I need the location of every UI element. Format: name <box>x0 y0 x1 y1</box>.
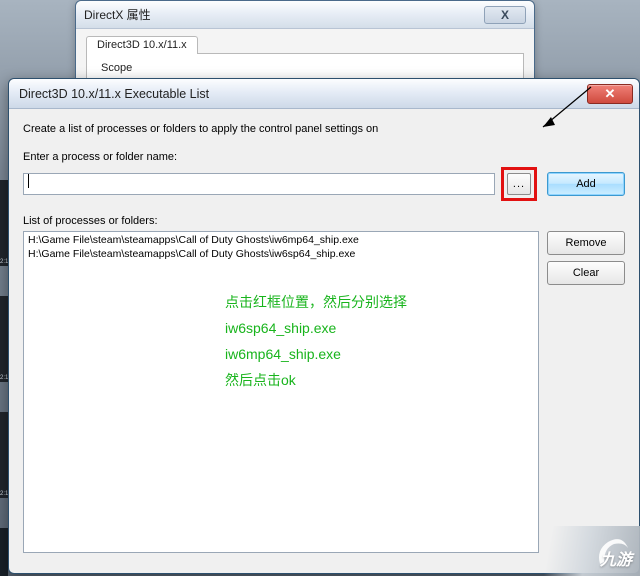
input-row: ... Add <box>23 167 625 201</box>
tab-d3d10-11[interactable]: Direct3D 10.x/11.x <box>86 36 198 54</box>
anno-line: iw6sp64_ship.exe <box>225 315 407 341</box>
front-window-title: Direct3D 10.x/11.x Executable List <box>19 87 209 101</box>
anno-line: 点击红框位置，然后分别选择 <box>225 289 407 315</box>
anno-line: iw6mp64_ship.exe <box>225 341 407 367</box>
executable-list-dialog: Direct3D 10.x/11.x Executable List ✕ Cre… <box>8 78 640 574</box>
list-label: List of processes or folders: <box>23 215 625 227</box>
enter-label: Enter a process or folder name: <box>23 151 625 163</box>
browse-button[interactable]: ... <box>507 173 531 195</box>
scope-label: Scope <box>101 62 509 74</box>
red-highlight-box: ... <box>501 167 537 201</box>
anno-line: 然后点击ok <box>225 367 407 393</box>
desktop-thumb: 2:1 <box>0 296 8 382</box>
desktop-thumb: 2:1 <box>0 412 8 498</box>
front-titlebar[interactable]: Direct3D 10.x/11.x Executable List ✕ <box>9 79 639 109</box>
list-item[interactable]: H:\Game File\steam\steamapps\Call of Dut… <box>28 233 534 247</box>
desktop-thumb: 2:1 <box>0 180 8 266</box>
add-button[interactable]: Add <box>547 172 625 196</box>
side-buttons: Remove Clear <box>547 231 625 553</box>
back-titlebar[interactable]: DirectX 属性 X <box>76 1 534 29</box>
tab-strip: Direct3D 10.x/11.x <box>86 35 524 53</box>
list-item[interactable]: H:\Game File\steam\steamapps\Call of Dut… <box>28 247 534 261</box>
logo-text: 九游 <box>600 546 632 570</box>
process-input[interactable] <box>23 173 495 195</box>
instruction-text: Create a list of processes or folders to… <box>23 123 625 135</box>
remove-button[interactable]: Remove <box>547 231 625 255</box>
clear-button[interactable]: Clear <box>547 261 625 285</box>
text-cursor <box>28 174 29 188</box>
close-icon[interactable]: ✕ <box>587 84 633 104</box>
close-icon[interactable]: X <box>484 6 526 24</box>
site-watermark: 九游 <box>520 526 640 576</box>
front-body: Create a list of processes or folders to… <box>9 109 639 573</box>
green-annotation: 点击红框位置，然后分别选择 iw6sp64_ship.exe iw6mp64_s… <box>225 289 407 393</box>
taskbar-fragment <box>0 528 8 576</box>
back-window-title: DirectX 属性 <box>84 6 151 23</box>
